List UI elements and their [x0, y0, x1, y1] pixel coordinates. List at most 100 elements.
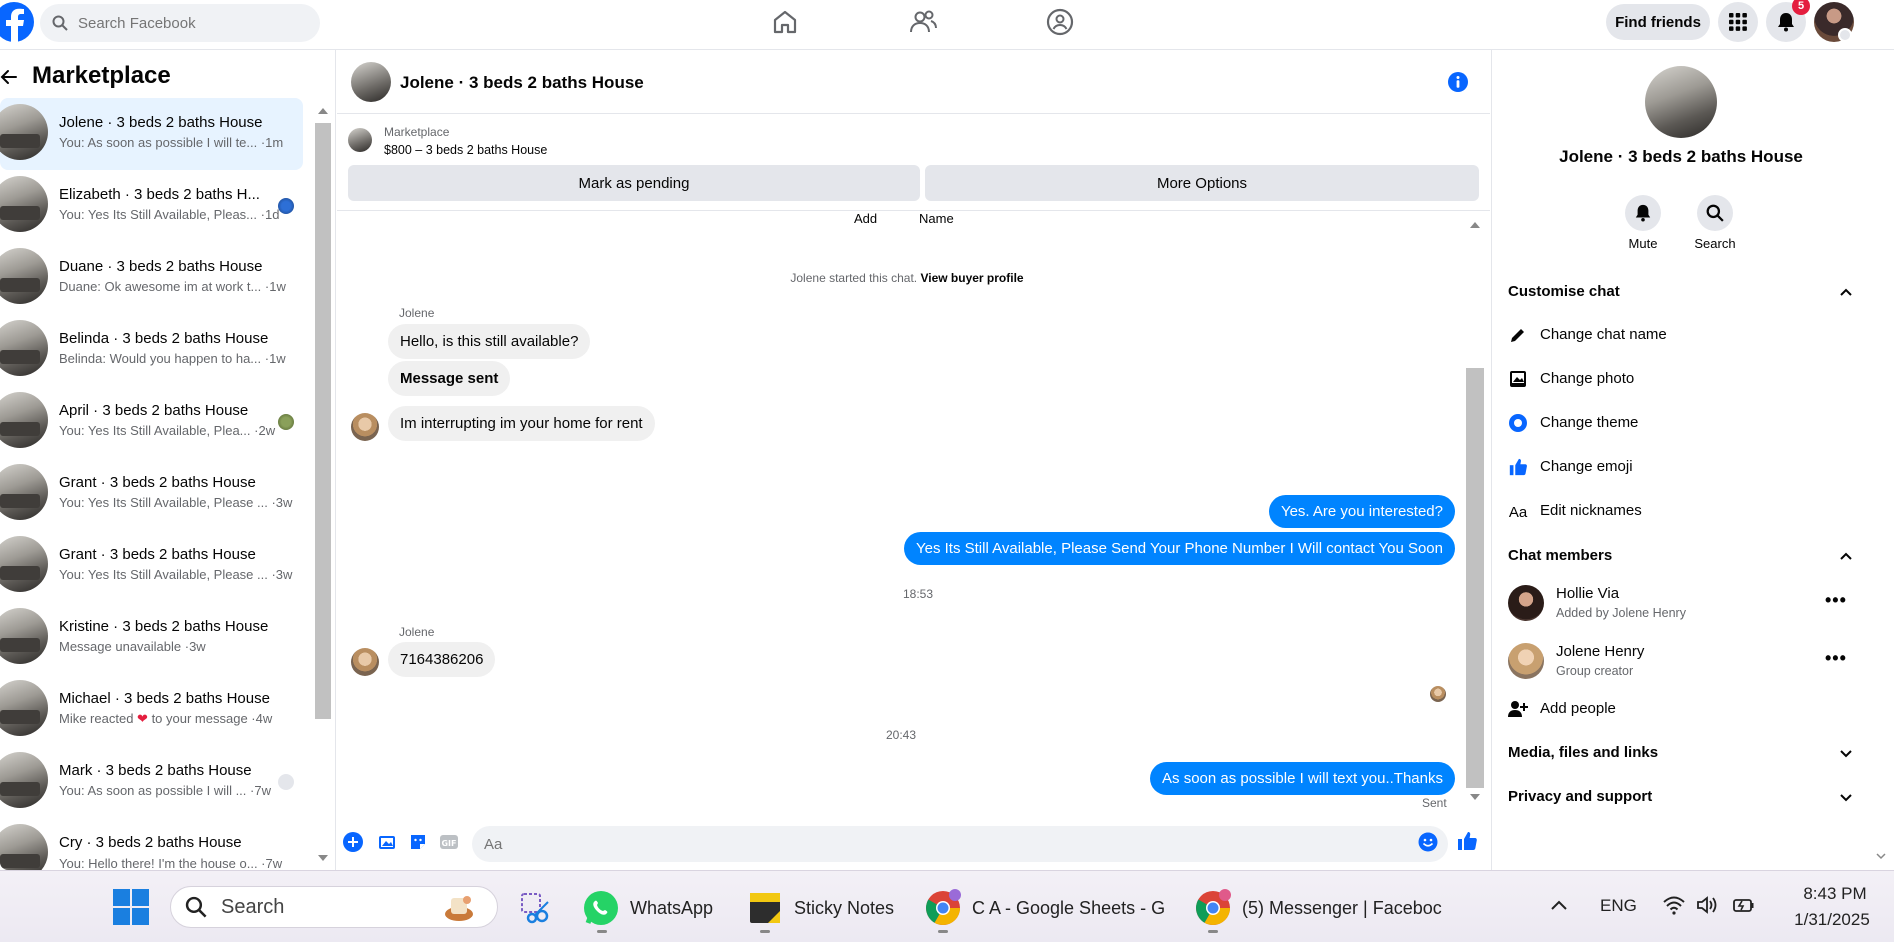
- conversation-item[interactable]: Kristine · 3 beds 2 baths House Message …: [0, 602, 303, 674]
- edit-nicknames-item[interactable]: Edit nicknames: [1540, 502, 1642, 519]
- conversation-item[interactable]: Jolene · 3 beds 2 baths House You: As so…: [0, 98, 303, 170]
- incoming-message[interactable]: Hello, is this still available?: [388, 324, 591, 359]
- pencil-icon: [1508, 325, 1528, 345]
- wifi-icon[interactable]: [1662, 895, 1686, 915]
- chevron-down-icon[interactable]: [1838, 790, 1854, 806]
- message-composer[interactable]: [472, 826, 1448, 862]
- listing-thumbnail: [0, 104, 48, 160]
- sticker-icon[interactable]: [408, 832, 428, 852]
- listing-thumbnail: [0, 176, 48, 232]
- info-icon[interactable]: [1447, 71, 1469, 93]
- input-language[interactable]: ENG: [1600, 896, 1637, 916]
- chevron-up-icon[interactable]: [1838, 548, 1854, 564]
- plus-circle-icon[interactable]: [343, 832, 363, 852]
- conversation-item[interactable]: Cry · 3 beds 2 baths House You: Hello th…: [0, 818, 303, 870]
- conversation-item[interactable]: Belinda · 3 beds 2 baths House Belinda: …: [0, 314, 303, 386]
- search-chat-button[interactable]: [1697, 195, 1733, 231]
- customise-chat-header[interactable]: Customise chat: [1508, 283, 1620, 300]
- windows-start-icon[interactable]: [112, 888, 152, 928]
- taskbar-chrome-messenger[interactable]: (5) Messenger | Faceboc: [1194, 888, 1442, 928]
- scroll-down-arrow-icon[interactable]: [1875, 850, 1887, 862]
- conversation-item[interactable]: April · 3 beds 2 baths House You: Yes It…: [0, 386, 303, 458]
- conversation-title: Kristine · 3 beds 2 baths House: [59, 618, 269, 635]
- listing-label: Marketplace: [384, 125, 450, 139]
- more-options-button[interactable]: More Options: [925, 165, 1479, 201]
- message-input[interactable]: [484, 835, 1384, 853]
- chat-details-avatar[interactable]: [1645, 66, 1717, 138]
- conversation-item[interactable]: Mark · 3 beds 2 baths House You: As soon…: [0, 746, 303, 818]
- sender-avatar[interactable]: [351, 648, 379, 676]
- mute-button[interactable]: [1625, 195, 1661, 231]
- taskbar-search[interactable]: Search: [170, 886, 498, 928]
- volume-icon[interactable]: [1696, 895, 1720, 915]
- thumbs-up-icon[interactable]: [1456, 830, 1478, 852]
- outgoing-message[interactable]: Yes. Are you interested?: [1268, 495, 1455, 528]
- account-chevron-icon[interactable]: [1838, 28, 1852, 42]
- more-options-icon[interactable]: •••: [1825, 648, 1847, 669]
- chevron-up-icon[interactable]: [1838, 284, 1854, 300]
- mark-as-pending-button[interactable]: Mark as pending: [348, 165, 920, 201]
- home-nav-icon[interactable]: [755, 6, 815, 38]
- find-friends-button[interactable]: Find friends: [1606, 4, 1710, 40]
- member-avatar[interactable]: [1508, 585, 1544, 621]
- member-avatar[interactable]: [1508, 643, 1544, 679]
- privacy-support-header[interactable]: Privacy and support: [1508, 788, 1652, 805]
- conversation-item[interactable]: Elizabeth · 3 beds 2 baths H... You: Yes…: [0, 170, 303, 242]
- chat-avatar[interactable]: [351, 62, 391, 102]
- taskbar-sticky-notes[interactable]: Sticky Notes: [748, 888, 894, 928]
- chat-title[interactable]: Jolene · 3 beds 2 baths House: [400, 73, 644, 93]
- change-photo-item[interactable]: Change photo: [1540, 370, 1634, 387]
- sender-avatar[interactable]: [351, 413, 379, 441]
- conversation-item[interactable]: Michael · 3 beds 2 baths House Mike reac…: [0, 674, 303, 746]
- conversation-item[interactable]: Grant · 3 beds 2 baths House You: Yes It…: [0, 530, 303, 602]
- incoming-message[interactable]: Im interrupting im your home for rent: [388, 406, 655, 441]
- gif-icon[interactable]: GIF: [439, 832, 459, 852]
- conversation-list-scroll-thumb[interactable]: [315, 123, 331, 719]
- view-buyer-profile-link[interactable]: View buyer profile: [920, 271, 1023, 285]
- battery-icon[interactable]: [1732, 895, 1756, 915]
- clock-time[interactable]: 8:43 PM: [1790, 884, 1880, 904]
- facebook-logo-icon[interactable]: [0, 2, 36, 42]
- listing-thumbnail: [0, 680, 48, 736]
- change-emoji-item[interactable]: Change emoji: [1540, 458, 1633, 475]
- conversation-item[interactable]: Duane · 3 beds 2 baths House Duane: Ok a…: [0, 242, 303, 314]
- show-hidden-icons-chevron-icon[interactable]: [1550, 898, 1568, 912]
- listing-thumbnail[interactable]: [348, 128, 372, 152]
- chevron-down-icon[interactable]: [1838, 746, 1854, 762]
- change-chat-name-item[interactable]: Change chat name: [1540, 326, 1667, 343]
- snipping-tool-icon[interactable]: [518, 888, 554, 928]
- add-people-item[interactable]: Add people: [1540, 700, 1616, 717]
- conversation-item[interactable]: Grant · 3 beds 2 baths House You: Yes It…: [0, 458, 303, 530]
- media-files-links-header[interactable]: Media, files and links: [1508, 744, 1658, 761]
- heart-icon: ❤: [137, 711, 148, 726]
- incoming-message[interactable]: 7164386206: [388, 642, 496, 677]
- change-theme-item[interactable]: Change theme: [1540, 414, 1638, 431]
- taskbar-chrome-sheets[interactable]: C A - Google Sheets - G: [924, 888, 1165, 928]
- sender-name: Jolene: [399, 306, 435, 320]
- member-name[interactable]: Jolene Henry: [1556, 643, 1644, 660]
- emoji-icon[interactable]: [1418, 832, 1438, 852]
- friends-nav-icon[interactable]: [893, 6, 953, 38]
- chat-members-header[interactable]: Chat members: [1508, 547, 1612, 564]
- search-input[interactable]: [78, 14, 278, 32]
- chat-scroll-thumb[interactable]: [1466, 368, 1484, 788]
- photo-icon[interactable]: [377, 832, 397, 852]
- menu-grid-icon[interactable]: [1718, 2, 1758, 42]
- member-name[interactable]: Hollie Via: [1556, 585, 1619, 602]
- conversation-preview: You: As soon as possible I will ... ·7w: [59, 783, 271, 798]
- outgoing-message[interactable]: Yes Its Still Available, Please Send You…: [903, 532, 1455, 565]
- taskbar-whatsapp[interactable]: WhatsApp: [582, 888, 713, 928]
- conversation-title: Michael · 3 beds 2 baths House: [59, 690, 270, 707]
- listing-price[interactable]: $800 – 3 beds 2 baths House: [384, 143, 547, 157]
- conversation-preview: Message unavailable ·3w: [59, 639, 206, 654]
- back-arrow-icon[interactable]: [0, 68, 20, 88]
- more-options-icon[interactable]: •••: [1825, 590, 1847, 611]
- member-role: Group creator: [1556, 664, 1634, 678]
- outgoing-message[interactable]: As soon as possible I will text you..Tha…: [1150, 762, 1455, 795]
- groups-nav-icon[interactable]: [1030, 6, 1090, 38]
- conversation-preview: You: Yes Its Still Available, Please ...…: [59, 495, 293, 510]
- facebook-search[interactable]: [40, 4, 320, 42]
- clock-date[interactable]: 1/31/2025: [1782, 910, 1882, 930]
- incoming-message[interactable]: Message sent: [388, 361, 511, 396]
- photo-icon: [1508, 369, 1528, 389]
